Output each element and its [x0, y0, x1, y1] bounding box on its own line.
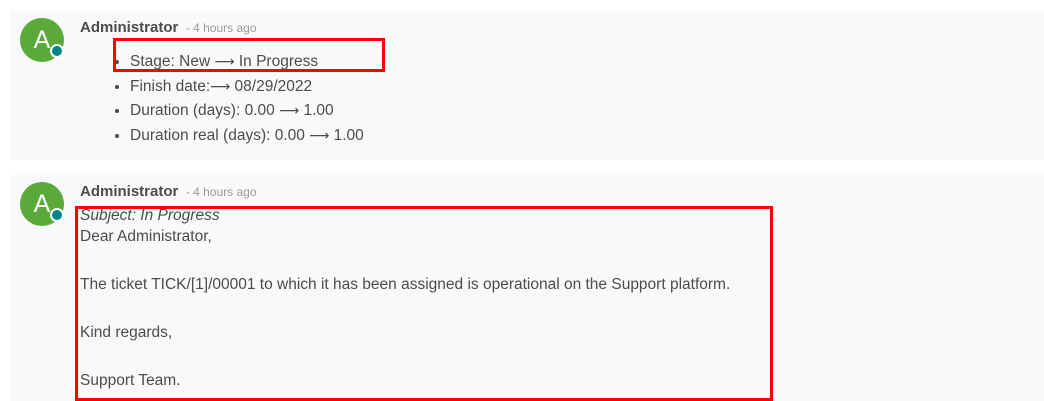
body-paragraph: The ticket TICK/[1]/00001 to which it ha…	[80, 276, 731, 293]
arrow-right-icon: ⟶	[279, 103, 300, 120]
message-date: - 4 hours ago	[185, 185, 257, 199]
message-date: - 4 hours ago	[185, 21, 257, 35]
arrow-right-icon: ⟶	[309, 127, 330, 144]
signature-text: Support Team.	[80, 372, 181, 389]
arrow-right-icon: ⟶	[210, 78, 231, 95]
author-name[interactable]: Administrator	[80, 19, 178, 36]
author-name[interactable]: Administrator	[80, 183, 178, 200]
tracking-value-duration: Duration (days): 0.00 ⟶ 1.00	[130, 99, 364, 124]
closing-text: Kind regards,	[80, 324, 173, 341]
tracking-value-list: Stage: New ⟶ In Progress Finish date:⟶ 0…	[130, 50, 364, 148]
tracking-value-duration-real: Duration real (days): 0.00 ⟶ 1.00	[130, 124, 364, 149]
chatter-message-email: A Administrator - 4 hours ago Subject: I…	[10, 175, 1044, 401]
tracking-value-stage: Stage: New ⟶ In Progress	[130, 50, 364, 75]
message-header: Administrator - 4 hours ago	[80, 183, 257, 201]
message-body: Subject: In Progress Dear Administrator,…	[80, 206, 730, 393]
online-status-icon	[50, 44, 64, 58]
tracking-value-finish-date: Finish date:⟶ 08/29/2022	[130, 75, 364, 100]
message-header: Administrator - 4 hours ago	[80, 19, 257, 37]
chatter-message-tracking: A Administrator - 4 hours ago Stage: New…	[10, 11, 1044, 160]
online-status-icon	[50, 208, 64, 222]
arrow-right-icon: ⟶	[214, 54, 235, 70]
ticket-reference: TICK/[1]/00001	[151, 276, 256, 293]
greeting-text: Dear Administrator,	[80, 228, 212, 245]
message-subject: Subject: In Progress	[80, 207, 220, 224]
